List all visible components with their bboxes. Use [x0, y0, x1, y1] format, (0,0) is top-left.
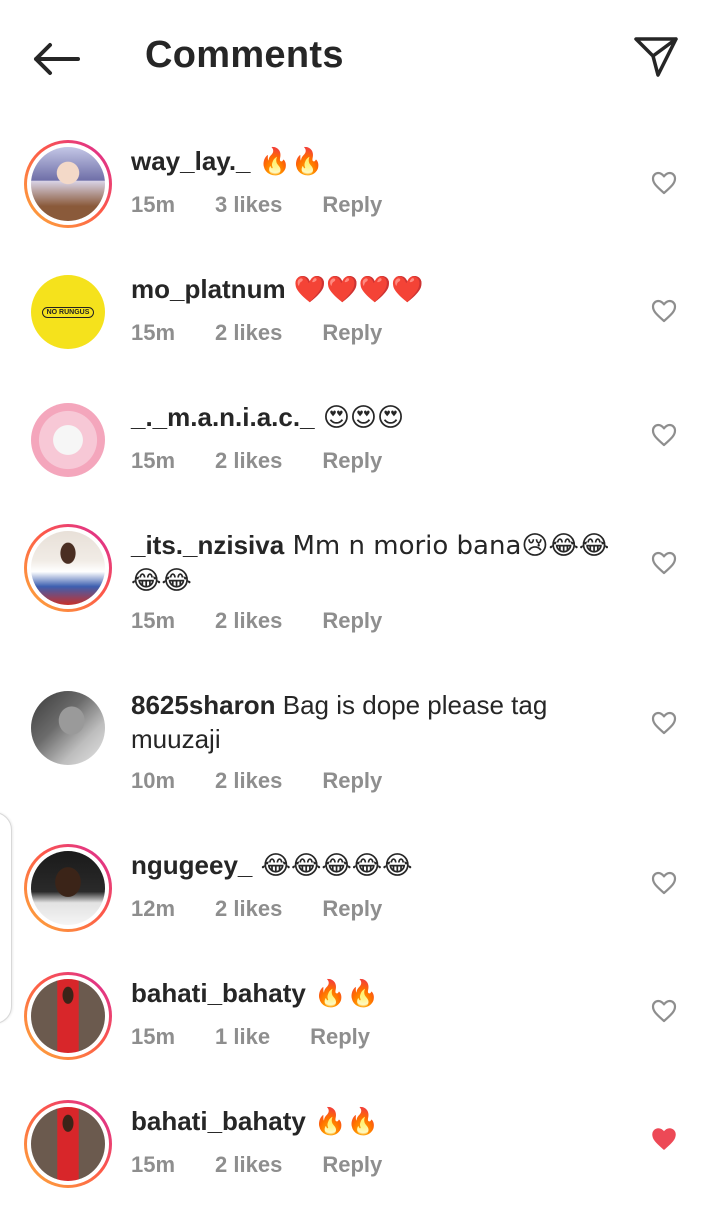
heart-outline-icon [651, 171, 677, 195]
comment-likes[interactable]: 2 likes [215, 608, 282, 634]
reply-button[interactable]: Reply [322, 448, 382, 474]
avatar-story-ring[interactable] [24, 140, 112, 228]
reply-button[interactable]: Reply [322, 896, 382, 922]
avatar-logo-text: NO RUNGUS [41, 306, 95, 318]
heart-outline-icon [651, 711, 677, 735]
avatar-story-ring[interactable] [24, 1100, 112, 1188]
paper-plane-icon [634, 37, 678, 77]
comment-meta: 10m 2 likes Reply [131, 768, 422, 794]
like-button[interactable] [648, 296, 680, 326]
comment-username[interactable]: _._m.a.n.i.a.c._ [131, 402, 315, 432]
comment-likes[interactable]: 3 likes [215, 192, 282, 218]
comment-text: ngugeey_ 😂😂😂😂😂 [131, 848, 621, 883]
comment-text: bahati_bahaty 🔥🔥 [131, 1104, 621, 1139]
comment-text: 8625sharon Bag is dope please tag muuzaj… [131, 688, 621, 756]
comment-likes[interactable]: 2 likes [215, 896, 282, 922]
page-title: Comments [145, 34, 344, 76]
comment-likes[interactable]: 2 likes [215, 1152, 282, 1178]
avatar-wrapper[interactable] [24, 396, 112, 484]
comment-username[interactable]: bahati_bahaty [131, 1106, 306, 1136]
avatar [31, 979, 105, 1053]
comment-likes[interactable]: 2 likes [215, 768, 282, 794]
comment-body: 🔥🔥 [250, 147, 324, 177]
avatar [31, 403, 105, 477]
comment-time: 15m [131, 608, 176, 633]
back-button[interactable] [26, 34, 86, 84]
avatar [31, 691, 105, 765]
comment-time: 15m [131, 1152, 176, 1177]
avatar [31, 1107, 105, 1181]
comment-likes[interactable]: 2 likes [215, 448, 282, 474]
arrow-left-icon [34, 43, 80, 75]
comment-meta: 12m 2 likes Reply [131, 896, 422, 922]
comment-text: way_lay._ 🔥🔥 [131, 144, 621, 179]
like-button[interactable] [648, 168, 680, 198]
reply-button[interactable]: Reply [322, 320, 382, 346]
share-button[interactable] [626, 28, 686, 84]
comment-time: 15m [131, 192, 176, 217]
avatar [31, 851, 105, 925]
reply-button[interactable]: Reply [322, 1152, 382, 1178]
comment-meta: 15m 2 likes Reply [131, 608, 422, 634]
comment-username[interactable]: bahati_bahaty [131, 978, 306, 1008]
comment-username[interactable]: way_lay._ [131, 146, 251, 176]
comment-meta: 15m 3 likes Reply [131, 192, 422, 218]
heart-outline-icon [651, 999, 677, 1023]
comment-time: 15m [131, 320, 176, 345]
reply-button[interactable]: Reply [322, 768, 382, 794]
comment-username[interactable]: ngugeey_ [131, 850, 252, 880]
comment-username[interactable]: mo_platnum [131, 274, 286, 304]
comment-likes[interactable]: 2 likes [215, 320, 282, 346]
heart-outline-icon [651, 299, 677, 323]
comment-text: mo_platnum ❤️❤️❤️❤️ [131, 272, 621, 307]
heart-filled-icon [652, 1128, 676, 1150]
like-button[interactable] [648, 996, 680, 1026]
header-bar: Comments [0, 0, 720, 112]
like-button[interactable] [648, 1124, 680, 1154]
comment-body: 😍😍😍 [314, 403, 405, 433]
edge-panel-handle[interactable] [0, 812, 12, 1024]
like-button[interactable] [648, 548, 680, 578]
comment-time: 12m [131, 896, 176, 921]
heart-outline-icon [651, 871, 677, 895]
comment-likes[interactable]: 1 like [215, 1024, 270, 1050]
comment-text: _its._nzisiva Mm n morio bana😢😂😂😂😂 [131, 528, 621, 598]
comment-body: ❤️❤️❤️❤️ [285, 275, 424, 305]
avatar [31, 531, 105, 605]
comment-body: 🔥🔥 [305, 1107, 379, 1137]
avatar [31, 147, 105, 221]
comment-meta: 15m 2 likes Reply [131, 448, 422, 474]
comment-username[interactable]: 8625sharon [131, 690, 276, 720]
heart-outline-icon [651, 423, 677, 447]
avatar-wrapper[interactable]: NO RUNGUS [24, 268, 112, 356]
comment-meta: 15m 2 likes Reply [131, 320, 422, 346]
reply-button[interactable]: Reply [322, 608, 382, 634]
comment-body: 😂😂😂😂😂 [252, 851, 413, 881]
like-button[interactable] [648, 868, 680, 898]
avatar-story-ring[interactable] [24, 972, 112, 1060]
comment-text: bahati_bahaty 🔥🔥 [131, 976, 621, 1011]
comment-username[interactable]: _its._nzisiva [131, 530, 284, 560]
avatar-wrapper[interactable] [24, 684, 112, 772]
avatar: NO RUNGUS [31, 275, 105, 349]
comment-text: _._m.a.n.i.a.c._ 😍😍😍 [131, 400, 621, 435]
heart-outline-icon [651, 551, 677, 575]
comment-time: 15m [131, 1024, 176, 1049]
like-button[interactable] [648, 708, 680, 738]
comment-time: 10m [131, 768, 176, 793]
comment-meta: 15m 2 likes Reply [131, 1152, 422, 1178]
like-button[interactable] [648, 420, 680, 450]
reply-button[interactable]: Reply [322, 192, 382, 218]
reply-button[interactable]: Reply [310, 1024, 370, 1050]
avatar-story-ring[interactable] [24, 844, 112, 932]
comment-meta: 15m 1 like Reply [131, 1024, 410, 1050]
avatar-story-ring[interactable] [24, 524, 112, 612]
comment-time: 15m [131, 448, 176, 473]
comment-body: 🔥🔥 [305, 979, 379, 1009]
